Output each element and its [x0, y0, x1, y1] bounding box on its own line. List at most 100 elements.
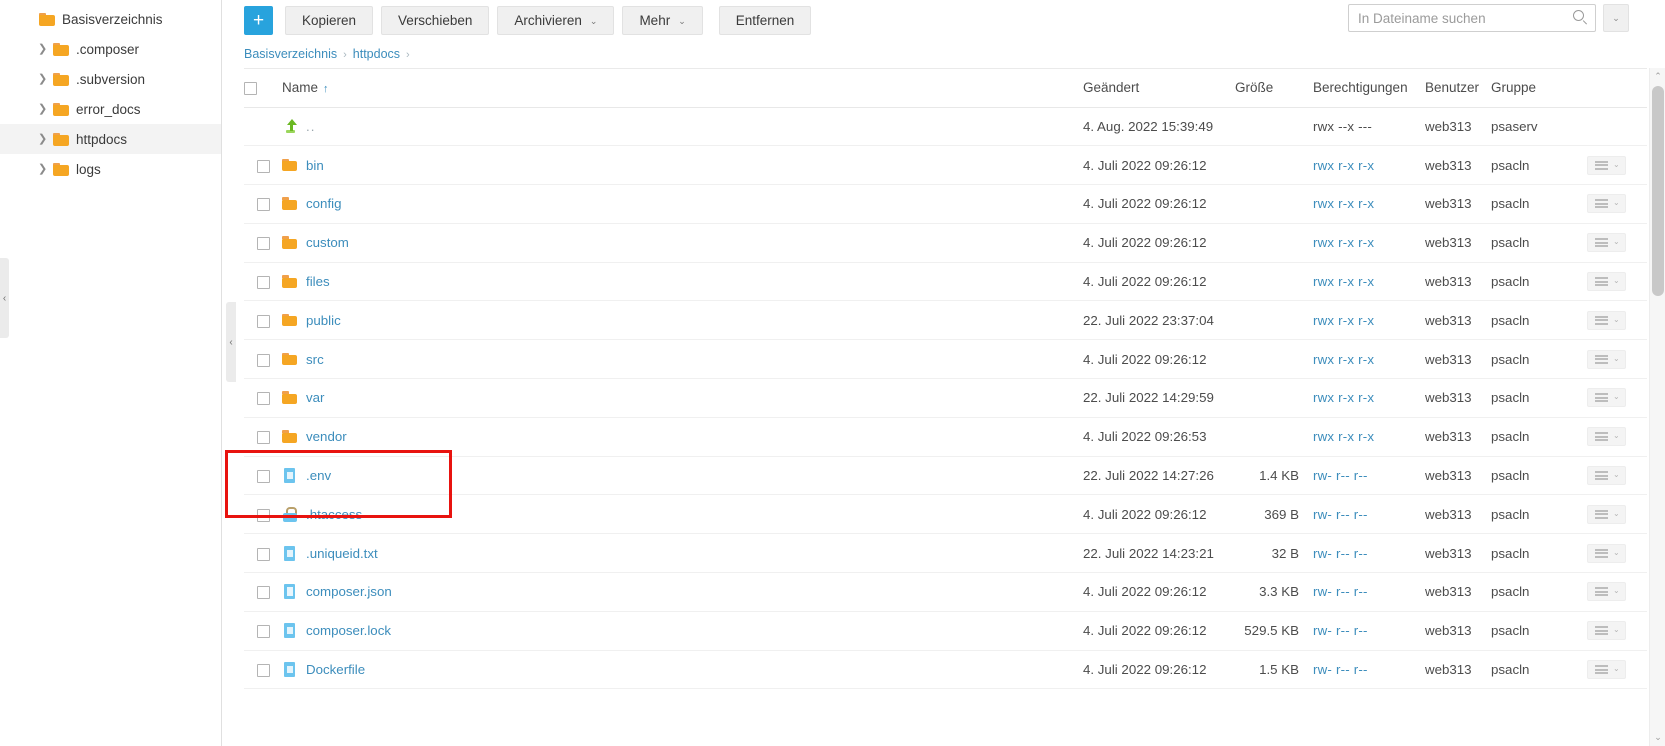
permissions-link[interactable]: rw- r-- r-- [1313, 623, 1368, 638]
table-row: vendor 4. Juli 2022 09:26:53 rwx r-x r-x we… [244, 417, 1647, 457]
row-actions-menu-button[interactable]: ⌄ [1587, 233, 1626, 253]
row-checkbox[interactable] [256, 508, 270, 522]
row-checkbox[interactable] [256, 586, 270, 600]
chevron-right-icon[interactable]: ❯ [38, 43, 51, 55]
row-actions-menu-button[interactable]: ⌄ [1587, 466, 1626, 486]
scrollbar-thumb[interactable] [1652, 86, 1664, 296]
owner-user-cell: web313 [1425, 223, 1491, 263]
tree-item-dot-composer[interactable]: ❯ .composer [0, 34, 221, 64]
button-label: Verschieben [398, 12, 473, 28]
permissions-link[interactable]: rwx r-x r-x [1313, 158, 1374, 173]
row-checkbox[interactable] [256, 159, 270, 173]
search-input[interactable] [1348, 4, 1596, 32]
file-name-link[interactable]: bin [306, 158, 324, 173]
verschieben-button[interactable]: Verschieben [381, 5, 490, 35]
permissions-cell: rwx r-x r-x [1313, 145, 1425, 186]
archivieren-button[interactable]: Archivieren ⌄ [497, 5, 615, 35]
row-checkbox[interactable] [256, 237, 270, 251]
file-name-link[interactable]: .uniqueid.txt [306, 546, 378, 561]
column-header-user[interactable]: Benutzer [1425, 69, 1491, 108]
permissions-link[interactable]: rwx r-x r-x [1313, 313, 1374, 328]
permissions-link[interactable]: rwx r-x r-x [1313, 196, 1374, 211]
permissions-link[interactable]: rw- r-- r-- [1313, 468, 1368, 483]
file-name-link[interactable]: files [306, 274, 330, 289]
permissions-link[interactable]: rwx r-x r-x [1313, 274, 1374, 289]
tree-item-dot-subversion[interactable]: ❯ .subversion [0, 64, 221, 94]
tree-item-basisverzeichnis[interactable]: ❯Basisverzeichnis [0, 4, 221, 34]
scroll-down-arrow-icon[interactable]: ⌄ [1650, 730, 1665, 745]
chevron-down-icon: ⌄ [1613, 276, 1620, 286]
column-header-modified[interactable]: Geändert [1083, 69, 1235, 108]
row-actions-menu-button[interactable]: ⌄ [1587, 194, 1626, 214]
file-name-link[interactable]: .env [306, 468, 331, 483]
file-name-link[interactable]: composer.lock [306, 623, 391, 638]
kopieren-button[interactable]: Kopieren [285, 5, 374, 35]
permissions-link[interactable]: rw- r-- r-- [1313, 546, 1368, 561]
vertical-scrollbar[interactable]: ⌃ ⌄ [1649, 68, 1665, 746]
row-actions-menu-button[interactable]: ⌄ [1587, 660, 1626, 680]
tree-item-httpdocs[interactable]: ❯ httpdocs [0, 124, 221, 154]
row-actions-menu-button[interactable]: ⌄ [1587, 621, 1626, 641]
row-actions-menu-button[interactable]: ⌄ [1587, 349, 1626, 369]
row-actions-menu-button[interactable]: ⌄ [1587, 388, 1626, 408]
file-name-link[interactable]: .htaccess [306, 507, 362, 522]
row-checkbox[interactable] [256, 470, 270, 484]
row-actions-menu-button[interactable]: ⌄ [1587, 310, 1626, 330]
permissions-link[interactable]: rw- r-- r-- [1313, 507, 1368, 522]
chevron-right-icon[interactable]: ❯ [38, 163, 51, 175]
file-name-link[interactable]: custom [306, 235, 349, 250]
breadcrumb-item-httpdocs[interactable]: httpdocs [353, 47, 400, 61]
permissions-link[interactable]: rwx r-x r-x [1313, 235, 1374, 250]
row-checkbox[interactable] [256, 276, 270, 290]
column-header-group[interactable]: Gruppe [1491, 69, 1587, 108]
row-actions-menu-button[interactable]: ⌄ [1587, 155, 1626, 175]
row-actions-menu-button[interactable]: ⌄ [1587, 582, 1626, 602]
permissions-link[interactable]: rw- r-- r-- [1313, 662, 1368, 677]
sidebar-collapse-handle[interactable]: ‹ [226, 302, 236, 382]
permissions-link[interactable]: rwx r-x r-x [1313, 429, 1374, 444]
permissions-link[interactable]: rw- r-- r-- [1313, 584, 1368, 599]
mehr-button[interactable]: Mehr ⌄ [622, 5, 703, 35]
breadcrumb-item-basisverzeichnis[interactable]: Basisverzeichnis [244, 47, 337, 61]
remove-button[interactable]: Entfernen [718, 5, 812, 35]
row-checkbox[interactable] [256, 664, 270, 678]
row-actions-menu-button[interactable]: ⌄ [1587, 504, 1626, 524]
file-name-link[interactable]: var [306, 390, 324, 405]
chevron-right-icon[interactable]: ❯ [38, 103, 51, 115]
select-all-checkbox[interactable] [244, 82, 257, 96]
tree-item-label: .subversion [76, 71, 146, 87]
row-checkbox[interactable] [256, 353, 270, 367]
row-actions-menu-button[interactable]: ⌄ [1587, 427, 1626, 447]
permissions-link[interactable]: rwx r-x r-x [1313, 390, 1374, 405]
window-collapse-handle[interactable]: ‹ [0, 258, 9, 338]
search-options-button[interactable]: ⌄ [1603, 4, 1629, 32]
file-name-link[interactable]: Dockerfile [306, 662, 365, 677]
column-header-permissions[interactable]: Berechtigungen [1313, 69, 1425, 108]
chevron-right-icon[interactable]: ❯ [38, 73, 51, 85]
owner-group-cell: psacln [1491, 184, 1587, 224]
chevron-down-icon: ⌄ [1613, 547, 1620, 557]
tree-item-error_docs[interactable]: ❯ error_docs [0, 94, 221, 124]
scroll-up-arrow-icon[interactable]: ⌃ [1650, 69, 1665, 84]
row-checkbox[interactable] [256, 314, 270, 328]
search-box [1348, 4, 1596, 32]
tree-item-logs[interactable]: ❯ logs [0, 154, 221, 184]
file-name-link[interactable]: composer.json [306, 584, 392, 599]
chevron-right-icon[interactable]: ❯ [38, 133, 51, 145]
row-checkbox[interactable] [256, 392, 270, 406]
row-checkbox[interactable] [256, 431, 270, 445]
row-checkbox[interactable] [256, 625, 270, 639]
file-name-link[interactable]: .. [306, 119, 315, 134]
row-checkbox[interactable] [256, 547, 270, 561]
row-actions-menu-button[interactable]: ⌄ [1587, 272, 1626, 292]
permissions-link[interactable]: rwx r-x r-x [1313, 352, 1374, 367]
row-checkbox[interactable] [256, 198, 270, 212]
file-name-link[interactable]: config [306, 196, 341, 211]
column-header-size[interactable]: Größe [1235, 69, 1313, 108]
add-new-button[interactable]: + [244, 5, 273, 35]
file-name-link[interactable]: public [306, 313, 341, 328]
file-name-link[interactable]: src [306, 352, 324, 367]
file-name-link[interactable]: vendor [306, 429, 347, 444]
row-actions-menu-button[interactable]: ⌄ [1587, 543, 1626, 563]
column-header-name[interactable]: Name ↑ [282, 69, 1083, 108]
